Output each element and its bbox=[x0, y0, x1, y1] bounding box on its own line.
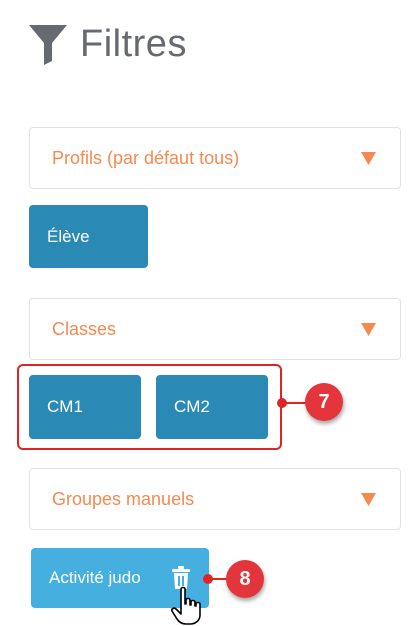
profils-dropdown-label: Profils (par défaut tous) bbox=[52, 147, 240, 168]
chip-eleve[interactable]: Élève bbox=[29, 205, 148, 268]
chip-label: Activité judo bbox=[49, 568, 141, 587]
chip-label: Élève bbox=[47, 226, 90, 246]
filters-header: Filtres bbox=[28, 18, 187, 70]
groupes-dropdown[interactable]: Groupes manuels bbox=[29, 468, 401, 530]
groupes-dropdown-label: Groupes manuels bbox=[52, 488, 195, 509]
profils-dropdown[interactable]: Profils (par défaut tous) bbox=[29, 127, 401, 189]
annotation-connector bbox=[284, 402, 306, 404]
dropdown-arrow-icon bbox=[361, 492, 376, 506]
dropdown-arrow-icon bbox=[361, 151, 376, 165]
chip-label: CM1 bbox=[47, 397, 83, 416]
chip-cm1[interactable]: CM1 bbox=[29, 375, 141, 439]
chip-label: CM2 bbox=[174, 397, 210, 416]
chip-cm2[interactable]: CM2 bbox=[156, 375, 268, 439]
classes-dropdown-label: Classes bbox=[52, 318, 117, 339]
callout-number: 8 bbox=[239, 567, 251, 590]
filter-icon bbox=[29, 25, 67, 65]
callout-number: 7 bbox=[318, 390, 330, 413]
callout-badge: 7 bbox=[305, 383, 343, 421]
page-title: Filtres bbox=[80, 22, 187, 65]
callout-badge: 8 bbox=[226, 560, 264, 598]
hand-cursor-icon bbox=[171, 586, 201, 625]
dropdown-arrow-icon bbox=[361, 322, 376, 336]
classes-dropdown[interactable]: Classes bbox=[29, 298, 401, 360]
